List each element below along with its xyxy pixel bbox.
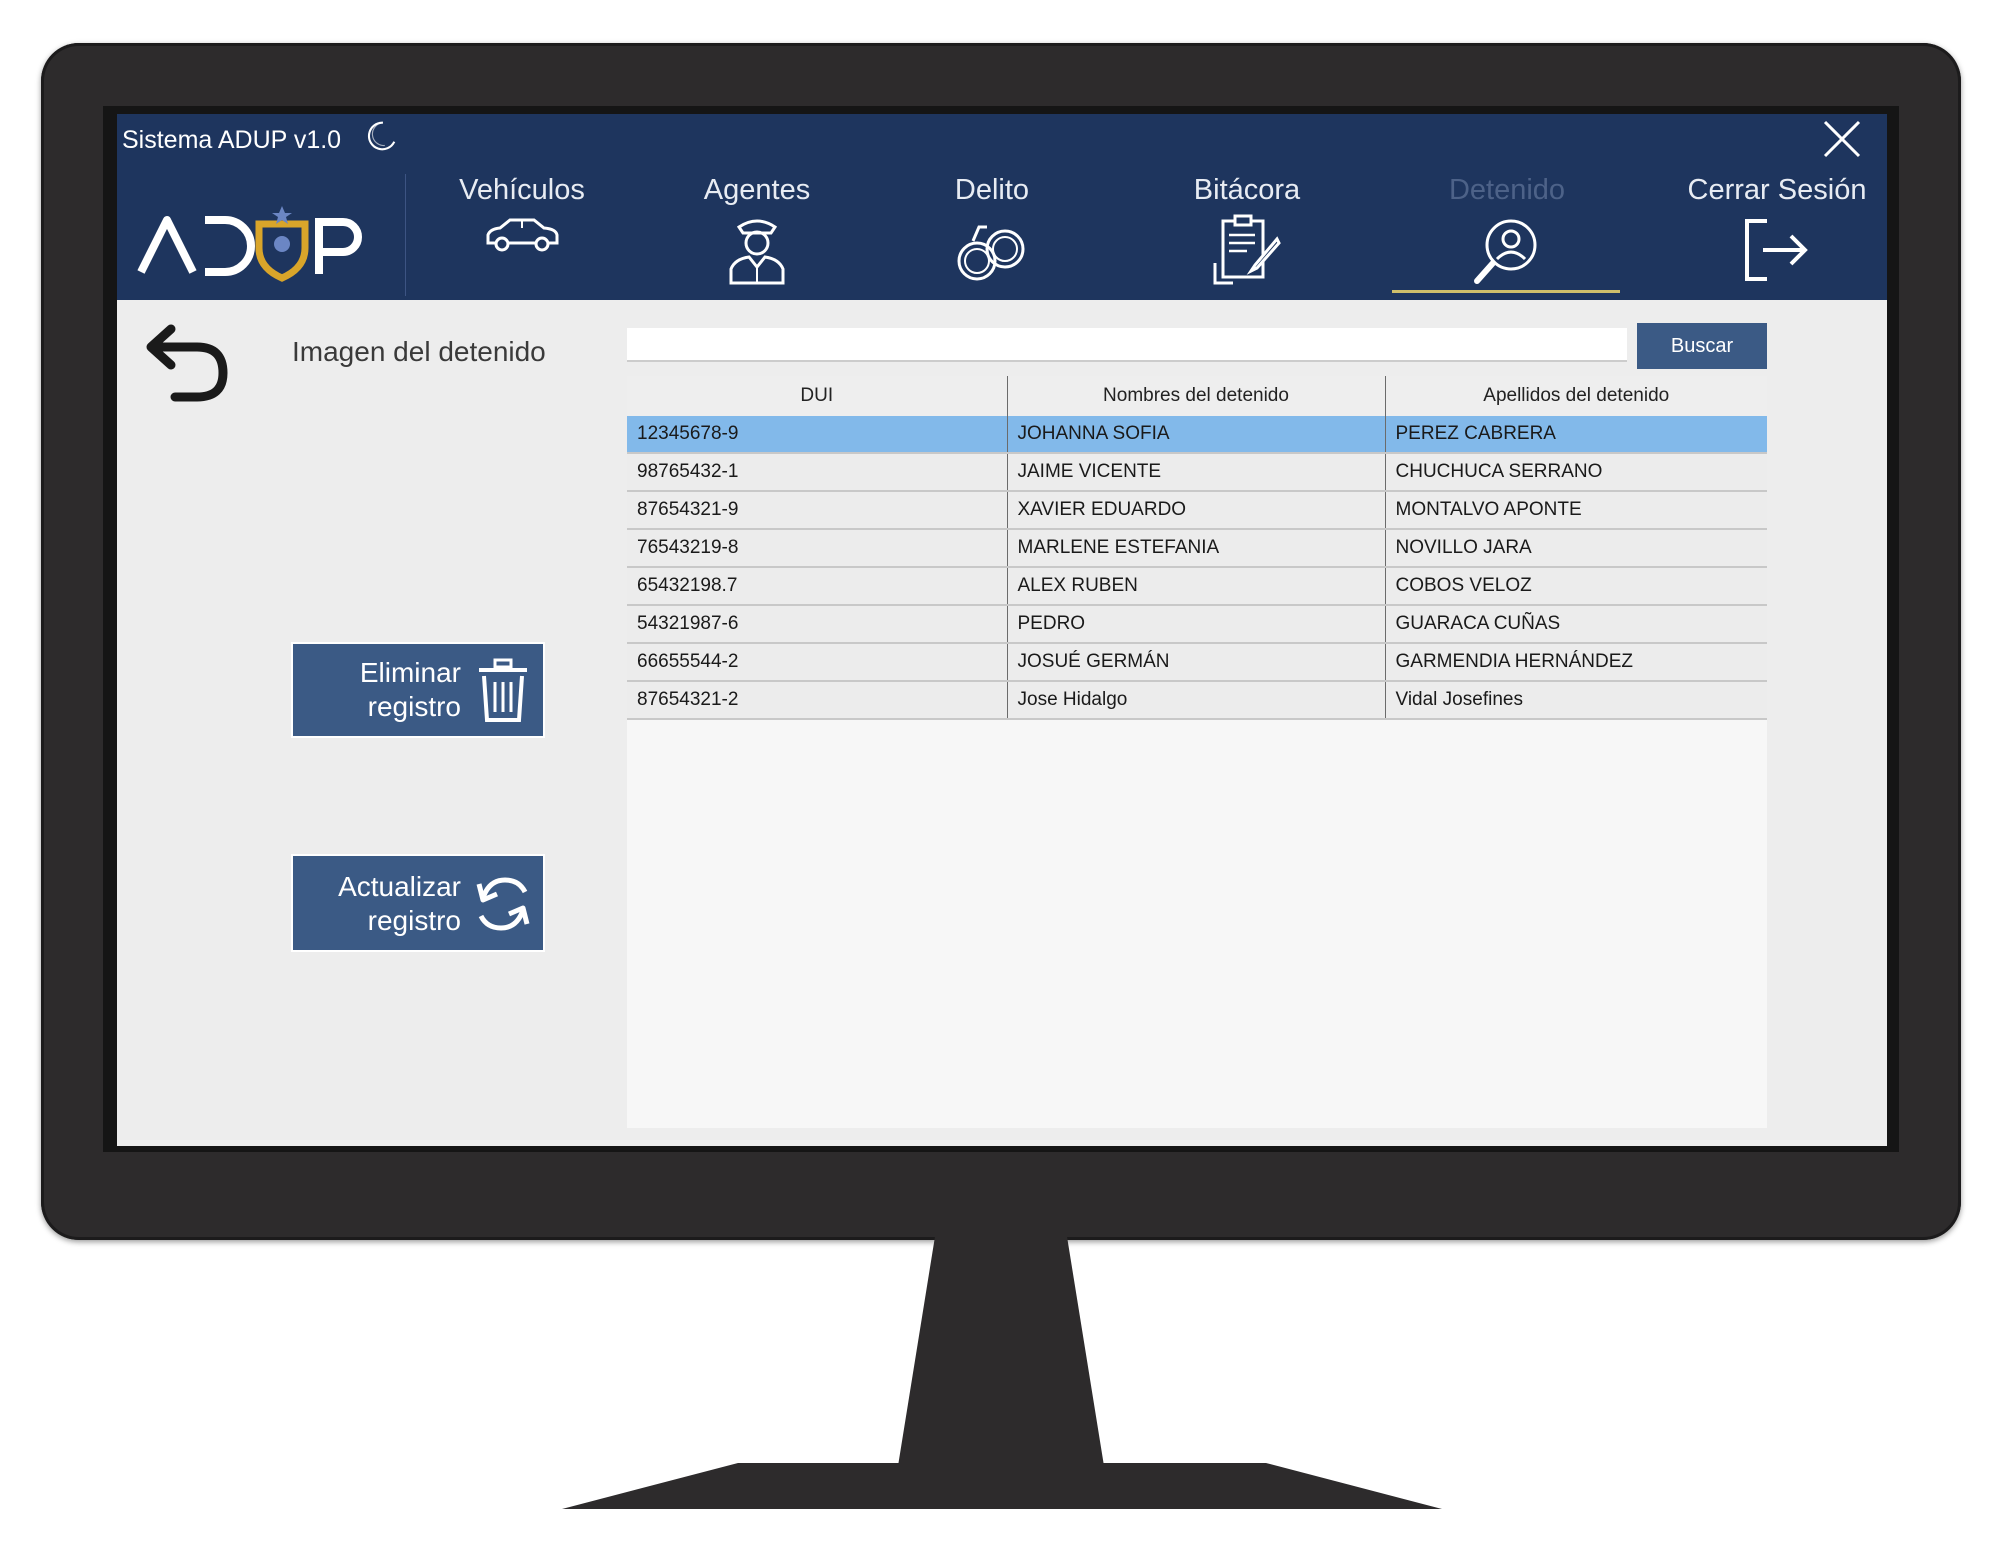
table-header-row: DUI Nombres del detenido Apellidos del d…	[627, 376, 1767, 416]
table-row[interactable]: 65432198.7 ALEX RUBEN COBOS VELOZ	[627, 567, 1767, 606]
nav-agentes[interactable]: Agentes	[682, 174, 832, 300]
cell-nombres[interactable]: Jose Hidalgo	[1007, 681, 1386, 720]
table-row[interactable]: 87654321-2 Jose Hidalgo Vidal Josefines	[627, 681, 1767, 720]
app-title: Sistema ADUP v1.0	[122, 126, 342, 154]
column-header-apellidos[interactable]: Apellidos del detenido	[1385, 376, 1767, 416]
logo-divider	[405, 174, 406, 296]
monitor-neck	[898, 1236, 1104, 1466]
logout-icon	[1745, 219, 1808, 281]
cell-nombres[interactable]: PEDRO	[1007, 605, 1386, 644]
nav-bitacora[interactable]: Bitácora	[1172, 174, 1322, 300]
cell-dui[interactable]: 66655544-2	[627, 643, 1008, 682]
table-row[interactable]: 76543219-8 MARLENE ESTEFANIA NOVILLO JAR…	[627, 529, 1767, 568]
nav-cerrar-sesion-label: Cerrar Sesión	[1687, 174, 1867, 206]
cell-nombres[interactable]: ALEX RUBEN	[1007, 567, 1386, 606]
table-row[interactable]: 98765432-1 JAIME VICENTE CHUCHUCA SERRAN…	[627, 453, 1767, 492]
cell-dui[interactable]: 54321987-6	[627, 605, 1008, 644]
close-icon[interactable]	[1817, 114, 1867, 164]
nav-bitacora-label: Bitácora	[1193, 174, 1301, 206]
nav-delito-label: Delito	[954, 174, 1030, 206]
cell-dui[interactable]: 98765432-1	[627, 453, 1008, 492]
search-button[interactable]: Buscar	[1637, 323, 1767, 369]
delete-record-label-line2: registro	[367, 691, 461, 722]
detainee-table: DUI Nombres del detenido Apellidos del d…	[627, 376, 1767, 720]
nav-detenido[interactable]: Detenido	[1407, 174, 1607, 300]
nav-delito[interactable]: Delito	[927, 174, 1057, 300]
car-icon	[486, 218, 559, 252]
handcuffs-icon	[957, 225, 1025, 281]
detainee-image-label: Imagen del detenido	[292, 336, 546, 367]
cell-dui[interactable]: 65432198.7	[627, 567, 1008, 606]
table-row[interactable]: 87654321-9 XAVIER EDUARDO MONTALVO APONT…	[627, 491, 1767, 530]
cell-nombres[interactable]: JAIME VICENTE	[1007, 453, 1386, 492]
app-window: Sistema ADUP v1.0 Vehículos Agentes Deli…	[117, 114, 1887, 1146]
search-input[interactable]	[627, 328, 1627, 362]
delete-record-label-line1: Eliminar	[359, 657, 461, 688]
top-navigation-bar: Sistema ADUP v1.0 Vehículos Agentes Deli…	[117, 114, 1887, 300]
cell-apellidos[interactable]: GARMENDIA HERNÁNDEZ	[1385, 643, 1767, 682]
column-header-dui[interactable]: DUI	[627, 376, 1008, 416]
nav-vehiculos[interactable]: Vehículos	[447, 174, 597, 300]
adup-logo	[137, 202, 377, 282]
cell-nombres[interactable]: JOHANNA SOFIA	[1007, 416, 1386, 454]
nav-detenido-label: Detenido	[1448, 174, 1566, 206]
table-row[interactable]: 66655544-2 JOSUÉ GERMÁN GARMENDIA HERNÁN…	[627, 643, 1767, 682]
police-officer-icon	[729, 219, 785, 285]
delete-record-button[interactable]: Eliminar registro	[291, 642, 545, 738]
cell-nombres[interactable]: XAVIER EDUARDO	[1007, 491, 1386, 530]
update-record-button[interactable]: Actualizar registro	[291, 854, 545, 952]
cell-nombres[interactable]: JOSUÉ GERMÁN	[1007, 643, 1386, 682]
cell-dui[interactable]: 76543219-8	[627, 529, 1008, 568]
cell-nombres[interactable]: MARLENE ESTEFANIA	[1007, 529, 1386, 568]
loading-spinner-icon	[367, 121, 396, 151]
logbook-icon	[1213, 214, 1281, 285]
cell-apellidos[interactable]: Vidal Josefines	[1385, 681, 1767, 720]
nav-agentes-label: Agentes	[703, 174, 811, 206]
monitor-base	[562, 1463, 1442, 1509]
column-header-nombres[interactable]: Nombres del detenido	[1007, 376, 1386, 416]
cell-apellidos[interactable]: NOVILLO JARA	[1385, 529, 1767, 568]
table-row[interactable]: 54321987-6 PEDRO GUARACA CUÑAS	[627, 605, 1767, 644]
active-tab-indicator	[1392, 290, 1620, 293]
nav-cerrar-sesion[interactable]: Cerrar Sesión	[1682, 174, 1872, 300]
cell-apellidos[interactable]: COBOS VELOZ	[1385, 567, 1767, 606]
cell-apellidos[interactable]: GUARACA CUÑAS	[1385, 605, 1767, 644]
cell-dui[interactable]: 87654321-9	[627, 491, 1008, 530]
table-row[interactable]: 12345678-9 JOHANNA SOFIA PEREZ CABRERA	[627, 416, 1767, 454]
nav-vehiculos-label: Vehículos	[459, 174, 585, 206]
refresh-icon	[476, 877, 530, 931]
cell-apellidos[interactable]: PEREZ CABRERA	[1385, 416, 1767, 454]
cell-dui[interactable]: 87654321-2	[627, 681, 1008, 720]
update-record-label-line2: registro	[367, 905, 461, 936]
search-person-icon	[1474, 219, 1537, 284]
back-arrow-icon[interactable]	[135, 319, 235, 409]
detainee-grid: DUI Nombres del detenido Apellidos del d…	[627, 376, 1767, 1128]
cell-apellidos[interactable]: MONTALVO APONTE	[1385, 491, 1767, 530]
trash-icon	[479, 658, 527, 722]
cell-apellidos[interactable]: CHUCHUCA SERRANO	[1385, 453, 1767, 492]
cell-dui[interactable]: 12345678-9	[627, 416, 1008, 454]
update-record-label-line1: Actualizar	[338, 871, 461, 902]
